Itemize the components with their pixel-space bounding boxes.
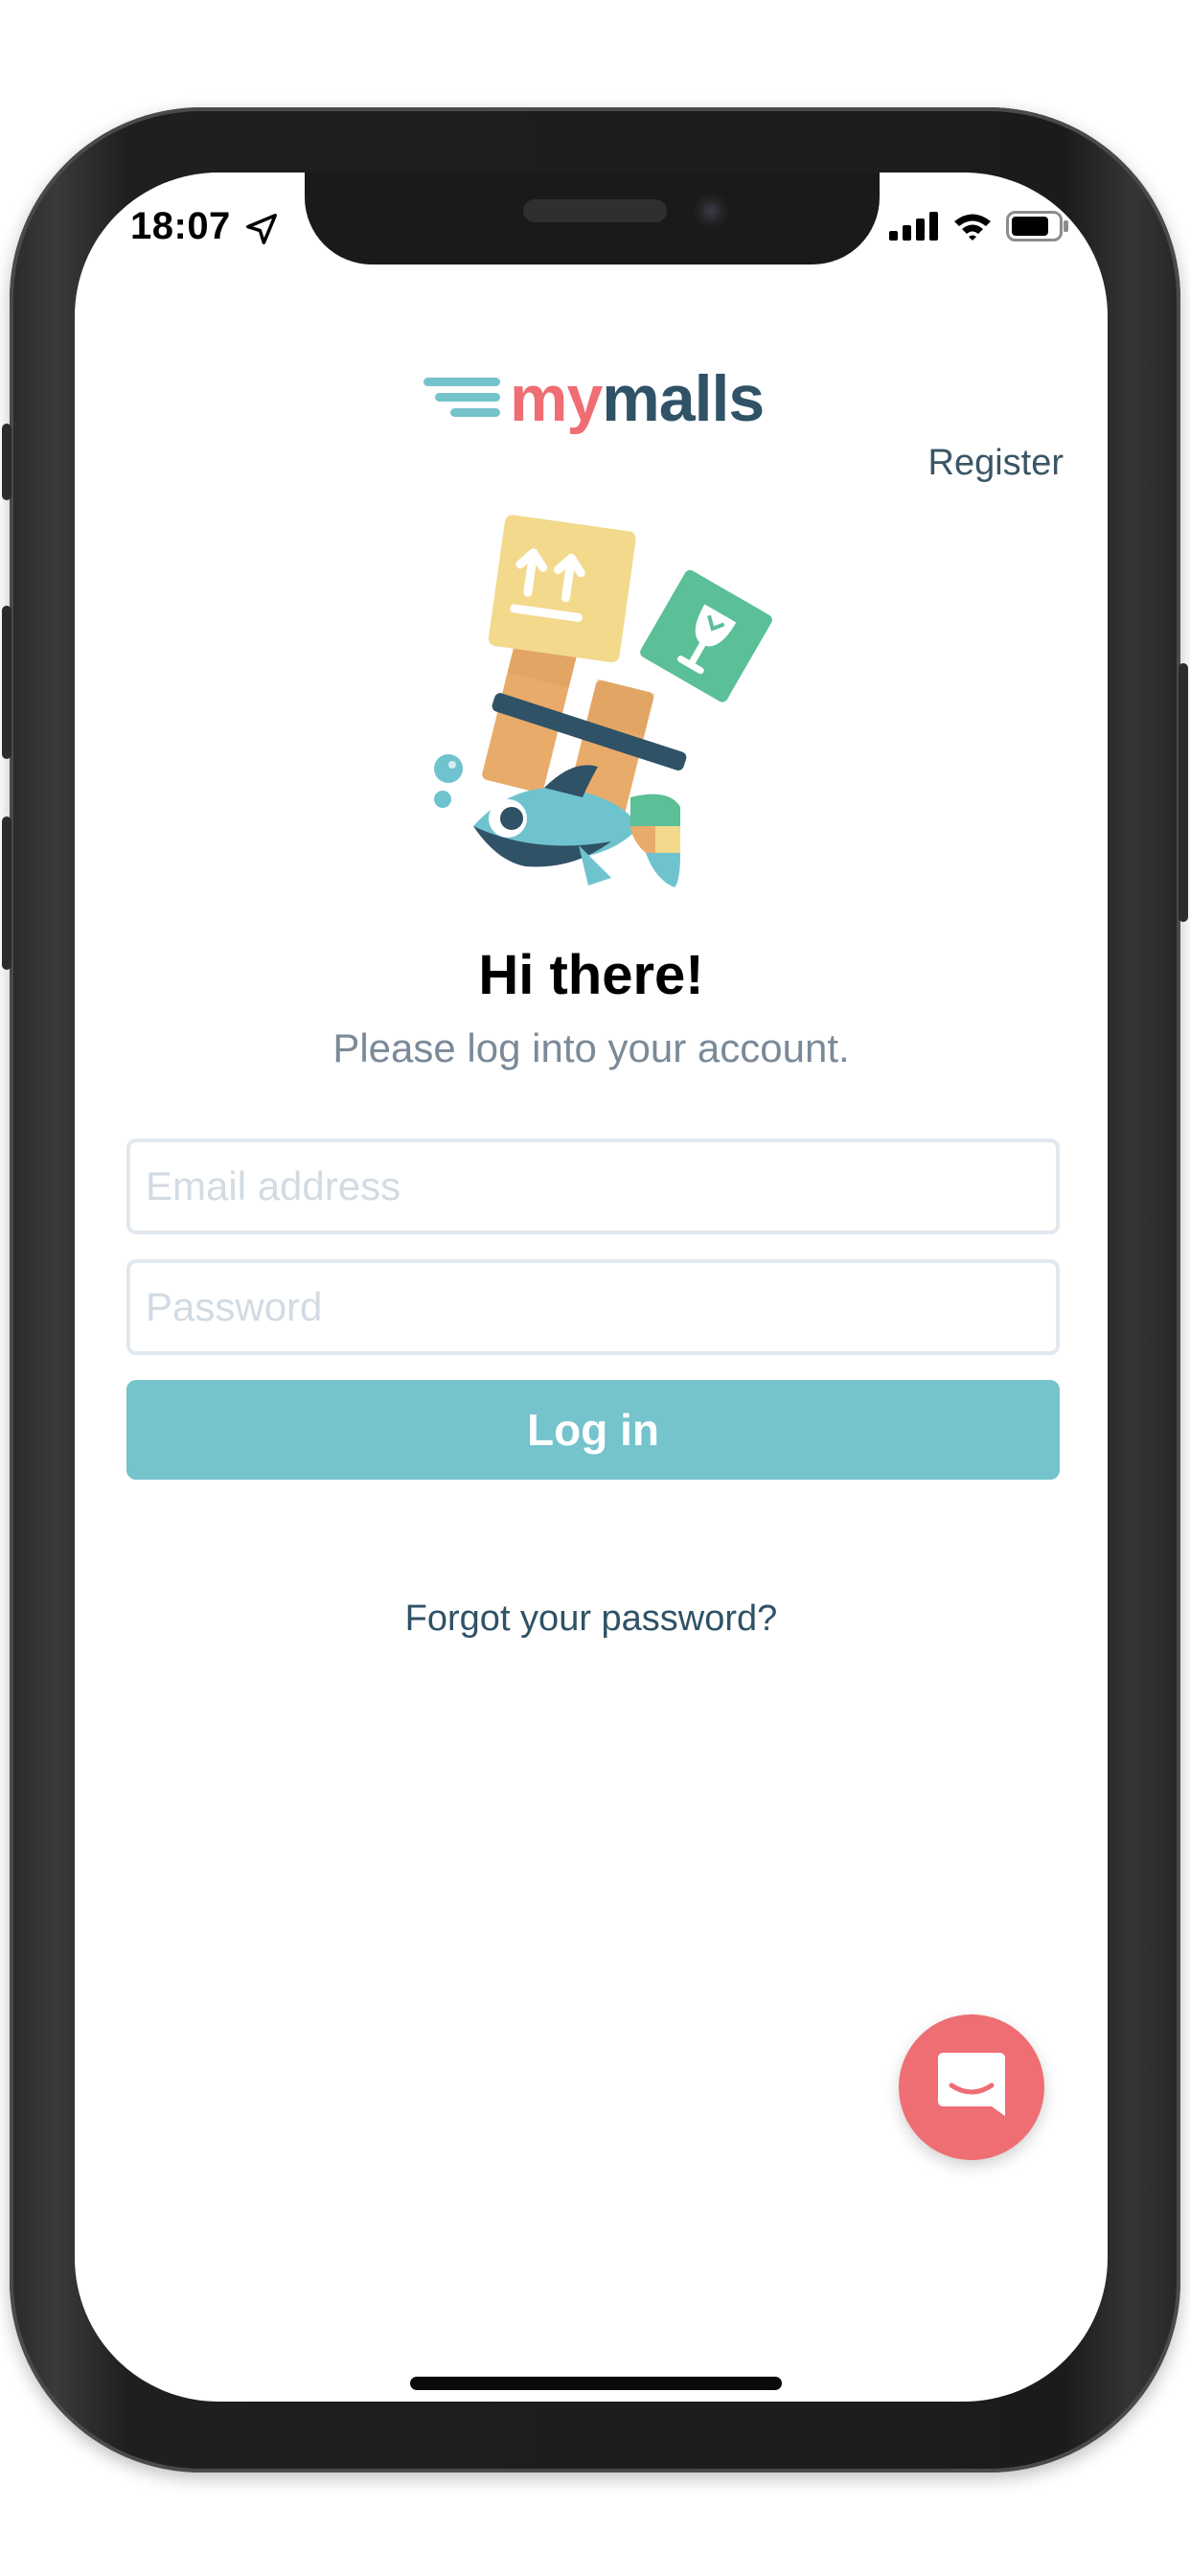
volume-up-button: [2, 606, 11, 759]
email-field-box: [126, 1138, 1060, 1234]
cellular-signal-icon: [889, 212, 938, 241]
email-input[interactable]: [130, 1142, 1056, 1230]
wifi-icon: [954, 214, 991, 241]
device-frame-stage: 18:07 mymalls Register Hi there! Please …: [0, 0, 1190, 2576]
phone-screen: 18:07 mymalls Register Hi there! Please …: [75, 172, 1108, 2402]
earpiece-speaker: [523, 199, 667, 222]
logo-text-my: my: [510, 362, 603, 435]
home-indicator: [410, 2377, 782, 2390]
chat-bubble-icon: [938, 2053, 1005, 2116]
password-field-box: [126, 1259, 1060, 1355]
volume-down-button: [2, 816, 11, 970]
power-button: [1179, 663, 1188, 922]
location-arrow-icon: [246, 214, 277, 244]
phone-frame: 18:07 mymalls Register Hi there! Please …: [2, 107, 1188, 2472]
password-input[interactable]: [130, 1263, 1056, 1351]
greeting-title: Hi there!: [478, 944, 704, 1006]
boxes-and-fish-illustration: [434, 515, 772, 887]
status-icons: [889, 207, 1069, 245]
login-subtitle: Please log into your account.: [332, 1025, 850, 1070]
status-time: 18:07: [130, 205, 231, 247]
front-camera: [692, 192, 730, 230]
chat-launcher-button[interactable]: [899, 2014, 1044, 2160]
notch: [305, 172, 880, 264]
speed-lines-icon: [423, 378, 500, 417]
mymalls-logo: mymalls: [423, 362, 768, 435]
mute-switch: [2, 424, 11, 500]
battery-icon: [1006, 211, 1068, 242]
login-button[interactable]: Log in: [126, 1380, 1060, 1480]
forgot-password-link[interactable]: Forgot your password?: [75, 1598, 1108, 1640]
logo-text-malls: malls: [602, 362, 765, 435]
register-link[interactable]: Register: [928, 443, 1064, 484]
